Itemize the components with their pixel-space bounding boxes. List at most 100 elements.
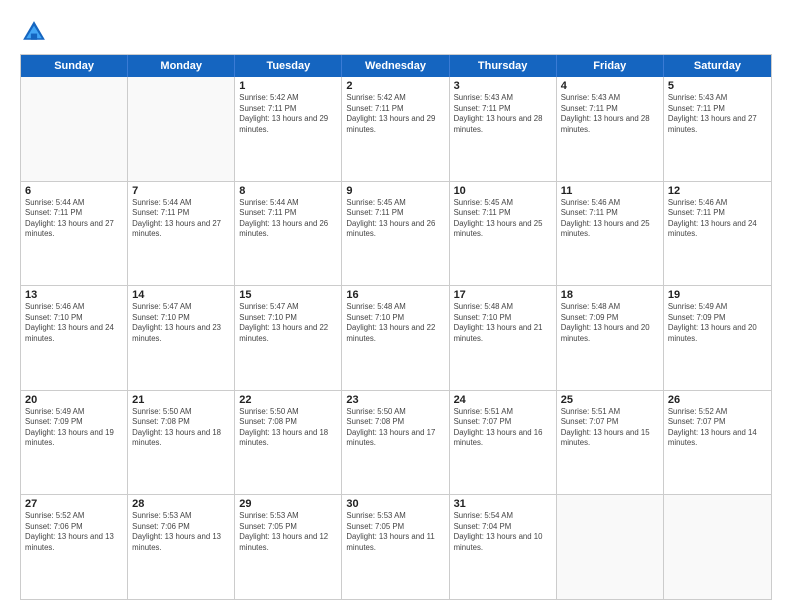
cell-detail: Sunrise: 5:47 AM Sunset: 7:10 PM Dayligh… xyxy=(132,302,230,344)
day-number: 25 xyxy=(561,394,659,406)
day-number: 10 xyxy=(454,185,552,197)
cell-detail: Sunrise: 5:45 AM Sunset: 7:11 PM Dayligh… xyxy=(454,198,552,240)
day-number: 14 xyxy=(132,289,230,301)
calendar-cell: 28Sunrise: 5:53 AM Sunset: 7:06 PM Dayli… xyxy=(128,495,235,599)
day-number: 6 xyxy=(25,185,123,197)
day-number: 30 xyxy=(346,498,444,510)
day-number: 15 xyxy=(239,289,337,301)
day-number: 16 xyxy=(346,289,444,301)
cell-detail: Sunrise: 5:43 AM Sunset: 7:11 PM Dayligh… xyxy=(454,93,552,135)
cell-detail: Sunrise: 5:49 AM Sunset: 7:09 PM Dayligh… xyxy=(668,302,767,344)
calendar-cell: 7Sunrise: 5:44 AM Sunset: 7:11 PM Daylig… xyxy=(128,182,235,286)
day-number: 18 xyxy=(561,289,659,301)
calendar-cell: 26Sunrise: 5:52 AM Sunset: 7:07 PM Dayli… xyxy=(664,391,771,495)
calendar-week-1: 1Sunrise: 5:42 AM Sunset: 7:11 PM Daylig… xyxy=(21,77,771,182)
calendar-cell: 21Sunrise: 5:50 AM Sunset: 7:08 PM Dayli… xyxy=(128,391,235,495)
cell-detail: Sunrise: 5:46 AM Sunset: 7:11 PM Dayligh… xyxy=(561,198,659,240)
day-number: 28 xyxy=(132,498,230,510)
day-number: 19 xyxy=(668,289,767,301)
cell-detail: Sunrise: 5:51 AM Sunset: 7:07 PM Dayligh… xyxy=(561,407,659,449)
day-number: 17 xyxy=(454,289,552,301)
calendar-cell: 1Sunrise: 5:42 AM Sunset: 7:11 PM Daylig… xyxy=(235,77,342,181)
day-number: 8 xyxy=(239,185,337,197)
calendar-cell: 31Sunrise: 5:54 AM Sunset: 7:04 PM Dayli… xyxy=(450,495,557,599)
calendar-cell: 22Sunrise: 5:50 AM Sunset: 7:08 PM Dayli… xyxy=(235,391,342,495)
day-number: 2 xyxy=(346,80,444,92)
cell-detail: Sunrise: 5:53 AM Sunset: 7:05 PM Dayligh… xyxy=(239,511,337,553)
cell-detail: Sunrise: 5:52 AM Sunset: 7:06 PM Dayligh… xyxy=(25,511,123,553)
day-number: 24 xyxy=(454,394,552,406)
day-number: 23 xyxy=(346,394,444,406)
calendar-cell xyxy=(664,495,771,599)
calendar-cell: 14Sunrise: 5:47 AM Sunset: 7:10 PM Dayli… xyxy=(128,286,235,390)
day-number: 1 xyxy=(239,80,337,92)
calendar-week-3: 13Sunrise: 5:46 AM Sunset: 7:10 PM Dayli… xyxy=(21,286,771,391)
day-number: 27 xyxy=(25,498,123,510)
header-cell-sunday: Sunday xyxy=(21,55,128,77)
cell-detail: Sunrise: 5:50 AM Sunset: 7:08 PM Dayligh… xyxy=(239,407,337,449)
day-number: 5 xyxy=(668,80,767,92)
cell-detail: Sunrise: 5:52 AM Sunset: 7:07 PM Dayligh… xyxy=(668,407,767,449)
header-cell-tuesday: Tuesday xyxy=(235,55,342,77)
cell-detail: Sunrise: 5:43 AM Sunset: 7:11 PM Dayligh… xyxy=(668,93,767,135)
cell-detail: Sunrise: 5:46 AM Sunset: 7:10 PM Dayligh… xyxy=(25,302,123,344)
day-number: 12 xyxy=(668,185,767,197)
calendar-cell: 12Sunrise: 5:46 AM Sunset: 7:11 PM Dayli… xyxy=(664,182,771,286)
day-number: 3 xyxy=(454,80,552,92)
cell-detail: Sunrise: 5:46 AM Sunset: 7:11 PM Dayligh… xyxy=(668,198,767,240)
calendar-cell: 15Sunrise: 5:47 AM Sunset: 7:10 PM Dayli… xyxy=(235,286,342,390)
cell-detail: Sunrise: 5:51 AM Sunset: 7:07 PM Dayligh… xyxy=(454,407,552,449)
cell-detail: Sunrise: 5:48 AM Sunset: 7:09 PM Dayligh… xyxy=(561,302,659,344)
day-number: 13 xyxy=(25,289,123,301)
cell-detail: Sunrise: 5:44 AM Sunset: 7:11 PM Dayligh… xyxy=(25,198,123,240)
header-cell-monday: Monday xyxy=(128,55,235,77)
day-number: 20 xyxy=(25,394,123,406)
calendar-cell xyxy=(21,77,128,181)
header-cell-friday: Friday xyxy=(557,55,664,77)
calendar-cell: 17Sunrise: 5:48 AM Sunset: 7:10 PM Dayli… xyxy=(450,286,557,390)
calendar: SundayMondayTuesdayWednesdayThursdayFrid… xyxy=(20,54,772,600)
header-cell-wednesday: Wednesday xyxy=(342,55,449,77)
cell-detail: Sunrise: 5:50 AM Sunset: 7:08 PM Dayligh… xyxy=(346,407,444,449)
calendar-cell: 13Sunrise: 5:46 AM Sunset: 7:10 PM Dayli… xyxy=(21,286,128,390)
logo-icon xyxy=(20,18,48,46)
calendar-week-5: 27Sunrise: 5:52 AM Sunset: 7:06 PM Dayli… xyxy=(21,495,771,599)
cell-detail: Sunrise: 5:48 AM Sunset: 7:10 PM Dayligh… xyxy=(346,302,444,344)
cell-detail: Sunrise: 5:53 AM Sunset: 7:06 PM Dayligh… xyxy=(132,511,230,553)
calendar-cell: 20Sunrise: 5:49 AM Sunset: 7:09 PM Dayli… xyxy=(21,391,128,495)
calendar-cell: 24Sunrise: 5:51 AM Sunset: 7:07 PM Dayli… xyxy=(450,391,557,495)
calendar-cell: 5Sunrise: 5:43 AM Sunset: 7:11 PM Daylig… xyxy=(664,77,771,181)
cell-detail: Sunrise: 5:44 AM Sunset: 7:11 PM Dayligh… xyxy=(132,198,230,240)
day-number: 21 xyxy=(132,394,230,406)
calendar-cell: 4Sunrise: 5:43 AM Sunset: 7:11 PM Daylig… xyxy=(557,77,664,181)
day-number: 29 xyxy=(239,498,337,510)
cell-detail: Sunrise: 5:42 AM Sunset: 7:11 PM Dayligh… xyxy=(346,93,444,135)
day-number: 31 xyxy=(454,498,552,510)
calendar-body: 1Sunrise: 5:42 AM Sunset: 7:11 PM Daylig… xyxy=(21,77,771,599)
header xyxy=(20,18,772,46)
calendar-week-4: 20Sunrise: 5:49 AM Sunset: 7:09 PM Dayli… xyxy=(21,391,771,496)
calendar-cell xyxy=(557,495,664,599)
calendar-cell: 29Sunrise: 5:53 AM Sunset: 7:05 PM Dayli… xyxy=(235,495,342,599)
cell-detail: Sunrise: 5:48 AM Sunset: 7:10 PM Dayligh… xyxy=(454,302,552,344)
calendar-cell: 23Sunrise: 5:50 AM Sunset: 7:08 PM Dayli… xyxy=(342,391,449,495)
cell-detail: Sunrise: 5:42 AM Sunset: 7:11 PM Dayligh… xyxy=(239,93,337,135)
calendar-cell xyxy=(128,77,235,181)
page: SundayMondayTuesdayWednesdayThursdayFrid… xyxy=(0,0,792,612)
calendar-week-2: 6Sunrise: 5:44 AM Sunset: 7:11 PM Daylig… xyxy=(21,182,771,287)
cell-detail: Sunrise: 5:43 AM Sunset: 7:11 PM Dayligh… xyxy=(561,93,659,135)
calendar-cell: 8Sunrise: 5:44 AM Sunset: 7:11 PM Daylig… xyxy=(235,182,342,286)
calendar-cell: 18Sunrise: 5:48 AM Sunset: 7:09 PM Dayli… xyxy=(557,286,664,390)
cell-detail: Sunrise: 5:49 AM Sunset: 7:09 PM Dayligh… xyxy=(25,407,123,449)
header-cell-thursday: Thursday xyxy=(450,55,557,77)
calendar-header-row: SundayMondayTuesdayWednesdayThursdayFrid… xyxy=(21,55,771,77)
day-number: 26 xyxy=(668,394,767,406)
calendar-cell: 3Sunrise: 5:43 AM Sunset: 7:11 PM Daylig… xyxy=(450,77,557,181)
cell-detail: Sunrise: 5:50 AM Sunset: 7:08 PM Dayligh… xyxy=(132,407,230,449)
calendar-cell: 30Sunrise: 5:53 AM Sunset: 7:05 PM Dayli… xyxy=(342,495,449,599)
calendar-cell: 19Sunrise: 5:49 AM Sunset: 7:09 PM Dayli… xyxy=(664,286,771,390)
calendar-cell: 27Sunrise: 5:52 AM Sunset: 7:06 PM Dayli… xyxy=(21,495,128,599)
calendar-cell: 11Sunrise: 5:46 AM Sunset: 7:11 PM Dayli… xyxy=(557,182,664,286)
calendar-cell: 10Sunrise: 5:45 AM Sunset: 7:11 PM Dayli… xyxy=(450,182,557,286)
cell-detail: Sunrise: 5:47 AM Sunset: 7:10 PM Dayligh… xyxy=(239,302,337,344)
